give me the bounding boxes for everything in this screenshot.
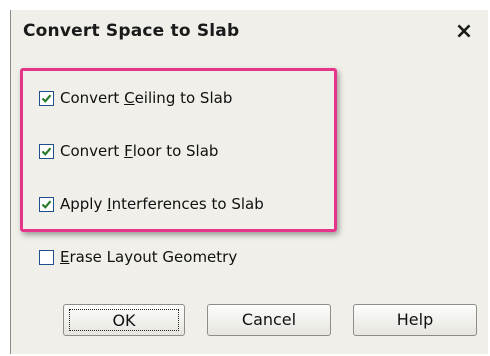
ok-button[interactable]: OK bbox=[63, 304, 185, 336]
checkbox-unchecked-icon[interactable] bbox=[39, 249, 54, 265]
convert-ceiling-label: Convert Ceiling to Slab bbox=[60, 89, 233, 107]
dialog-title: Convert Space to Slab bbox=[23, 21, 240, 41]
convert-ceiling-checkbox[interactable]: Convert Ceiling to Slab bbox=[39, 88, 232, 108]
apply-interferences-label: Apply Interferences to Slab bbox=[60, 195, 264, 213]
checkbox-checked-icon[interactable] bbox=[39, 90, 54, 106]
erase-layout-geometry-checkbox[interactable]: Erase Layout Geometry bbox=[39, 247, 237, 267]
ok-button-label: OK bbox=[112, 311, 136, 330]
convert-space-dialog: Convert Space to Slab × Convert Ceiling … bbox=[10, 10, 488, 354]
checkbox-checked-icon[interactable] bbox=[39, 143, 54, 159]
checkbox-checked-icon[interactable] bbox=[39, 196, 54, 212]
ok-button-focus: OK bbox=[69, 309, 179, 331]
convert-floor-checkbox[interactable]: Convert Floor to Slab bbox=[39, 141, 218, 161]
title-bar: Convert Space to Slab × bbox=[11, 10, 488, 54]
close-icon[interactable]: × bbox=[450, 18, 478, 46]
convert-floor-label: Convert Floor to Slab bbox=[60, 142, 219, 160]
help-button-label: Help bbox=[396, 310, 434, 329]
help-button[interactable]: Help bbox=[353, 304, 477, 336]
erase-layout-geometry-label: Erase Layout Geometry bbox=[60, 248, 238, 266]
apply-interferences-checkbox[interactable]: Apply Interferences to Slab bbox=[39, 194, 264, 214]
cancel-button[interactable]: Cancel bbox=[207, 304, 331, 336]
cancel-button-label: Cancel bbox=[241, 310, 297, 329]
